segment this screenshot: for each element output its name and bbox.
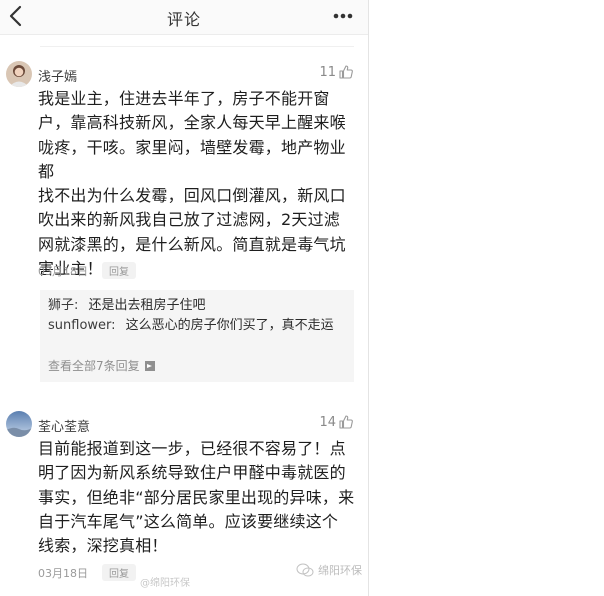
nav-bar: 评论 bbox=[0, 0, 368, 35]
reply-text: 还是出去租房子住吧 bbox=[88, 298, 206, 313]
avatar-photo-icon bbox=[6, 61, 32, 87]
comment-line: 找不出为什么发霉，回风口倒灌风，新风口 bbox=[38, 186, 346, 206]
wechat-logo-icon bbox=[296, 563, 314, 577]
thumbs-up-icon bbox=[339, 415, 353, 429]
like-button[interactable]: 11 bbox=[319, 64, 354, 80]
comment-text: 目前能报道到这一步，已经很不容易了！点 明了因为新风系统导致住户甲醛中毒就医的 … bbox=[38, 437, 358, 558]
reply-username: sunflower: bbox=[48, 318, 116, 333]
avatar[interactable] bbox=[6, 61, 32, 87]
reply-button[interactable]: 回复 bbox=[102, 564, 136, 581]
reply-username: 狮子: bbox=[48, 298, 79, 313]
comment-line: 户，靠高科技新风，全家人每天早上醒来喉 bbox=[38, 113, 346, 133]
like-button[interactable]: 14 bbox=[319, 414, 354, 430]
comment-screen: 评论 浅子嫣 11 我是业主，住进去半年了，房子不能开窗 户，靠高科技新风，全家… bbox=[0, 0, 369, 596]
reply-item[interactable]: 狮子: 还是出去租房子住吧 bbox=[48, 298, 348, 314]
comment-line: 自于汽车尾气”这么简单。应该要继续这个 bbox=[38, 511, 339, 531]
comment-line: 吹出来的新风我自己放了过滤网，2天过滤 bbox=[38, 210, 340, 230]
comment-line: 网就漆黑的，是什么新风。简直就是毒气坑 bbox=[38, 234, 346, 254]
more-dots-icon bbox=[333, 13, 353, 19]
thumbs-up-icon bbox=[339, 65, 353, 79]
reply-button[interactable]: 回复 bbox=[102, 262, 136, 279]
reply-item[interactable]: sunflower: 这么恶心的房子你们买了，真不走运 bbox=[48, 318, 348, 334]
comment-meta: 03月18日 回复 bbox=[38, 262, 136, 279]
comment-line: 事实，但绝非“部分居民家里出现的异味，来 bbox=[38, 487, 355, 507]
like-count: 11 bbox=[319, 64, 336, 80]
view-all-label: 查看全部7条回复 bbox=[48, 359, 140, 373]
page-title: 评论 bbox=[166, 10, 201, 29]
more-button[interactable] bbox=[332, 8, 354, 24]
timestamp: 03月18日 bbox=[38, 566, 88, 580]
comment-line: 咙疼，干咳。家里闷，墙壁发霉，地产物业都 bbox=[38, 137, 346, 181]
watermark: 绵阳环保 bbox=[296, 562, 362, 578]
avatar-photo-icon bbox=[6, 411, 32, 437]
like-count: 14 bbox=[319, 414, 336, 430]
comment-line: 我是业主，住进去半年了，房子不能开窗 bbox=[38, 89, 330, 108]
username[interactable]: 荃心荃意 bbox=[38, 416, 90, 435]
timestamp: 03月18日 bbox=[38, 264, 88, 278]
watermark-text: 绵阳环保 bbox=[318, 564, 362, 577]
comment-line: 目前能报道到这一步，已经很不容易了！点 bbox=[38, 439, 346, 458]
username[interactable]: 浅子嫣 bbox=[38, 66, 77, 85]
comment-line: 明了因为新风系统导致住户甲醛中毒就医的 bbox=[38, 463, 346, 483]
reply-thread: 狮子: 还是出去租房子住吧 sunflower: 这么恶心的房子你们买了，真不走… bbox=[40, 290, 354, 382]
avatar[interactable] bbox=[6, 411, 32, 437]
comment-meta: 03月18日 回复 bbox=[38, 564, 136, 581]
divider bbox=[40, 46, 354, 47]
view-all-replies-link[interactable]: 查看全部7条回复 bbox=[48, 357, 155, 374]
comment-line: 线索，深挖真相！ bbox=[38, 536, 168, 556]
watermark-blurred: @绵阳环保 bbox=[140, 578, 190, 589]
chevron-right-icon bbox=[144, 360, 155, 371]
reply-text: 这么恶心的房子你们买了，真不走运 bbox=[125, 318, 334, 333]
comment-text: 我是业主，住进去半年了，房子不能开窗 户，靠高科技新风，全家人每天早上醒来喉 咙… bbox=[38, 87, 358, 281]
